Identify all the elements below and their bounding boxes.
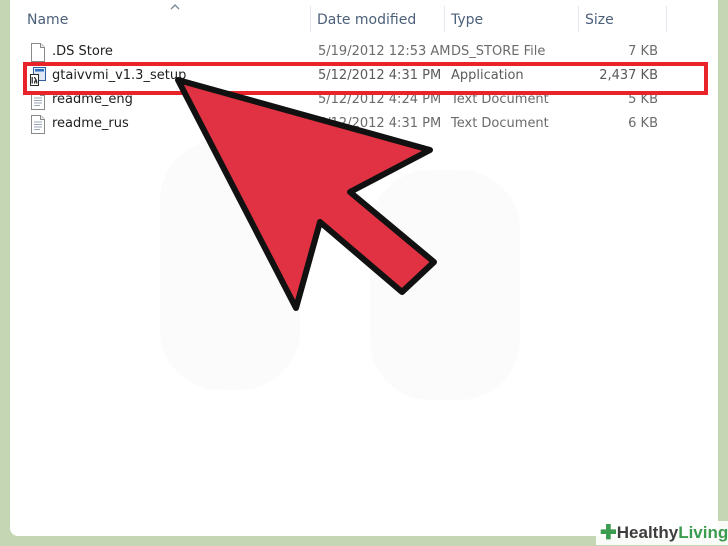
file-size: 7 KB [628, 44, 658, 59]
explorer-window: Name Date modified Type Size .DS Store 5… [10, 0, 718, 536]
column-header-name-label: Name [27, 12, 69, 28]
file-name: .DS Store [52, 44, 113, 59]
column-header-date[interactable]: Date modified [310, 0, 444, 38]
file-date: 5/12/2012 4:31 PM [318, 116, 442, 131]
file-size: 6 KB [628, 116, 658, 131]
file-size: 2,437 KB [599, 68, 658, 83]
background-shape [160, 140, 300, 390]
watermark-part1: Healthy [616, 523, 679, 542]
sort-ascending-icon [170, 4, 180, 10]
column-header-bar: Name Date modified Type Size [10, 0, 718, 38]
column-header-type[interactable]: Type [444, 0, 578, 38]
document-icon [31, 43, 45, 62]
file-row-selected[interactable]: gtaivvmi_v1.3_setup 5/12/2012 4:31 PM Ap… [10, 64, 718, 88]
application-icon [30, 67, 46, 86]
file-type: DS_STORE File [451, 44, 546, 59]
file-row[interactable]: readme_rus 5/12/2012 4:31 PM Text Docume… [10, 112, 718, 136]
file-row[interactable]: readme_eng 5/12/2012 4:24 PM Text Docume… [10, 88, 718, 112]
file-type: Text Document [451, 92, 549, 107]
file-date: 5/12/2012 4:31 PM [318, 68, 442, 83]
text-document-icon [31, 91, 45, 110]
watermark-part2: Living [678, 523, 728, 542]
column-header-size[interactable]: Size [578, 0, 666, 38]
watermark: ✚HealthyLiving [596, 521, 728, 545]
file-date: 5/12/2012 4:24 PM [318, 92, 442, 107]
plus-icon: ✚ [600, 522, 617, 544]
file-list: .DS Store 5/19/2012 12:53 AM DS_STORE Fi… [10, 40, 718, 136]
file-name: readme_eng [52, 92, 133, 107]
file-size: 5 KB [628, 92, 658, 107]
column-header-date-label: Date modified [317, 12, 417, 28]
file-date: 5/19/2012 12:53 AM [318, 44, 451, 59]
column-header-name[interactable]: Name [20, 0, 318, 38]
text-document-icon [31, 115, 45, 134]
column-header-size-label: Size [585, 12, 614, 28]
file-type: Text Document [451, 116, 549, 131]
file-name: gtaivvmi_v1.3_setup [52, 68, 187, 83]
file-name: readme_rus [52, 116, 129, 131]
column-header-type-label: Type [451, 12, 484, 28]
file-type: Application [451, 68, 524, 83]
column-header-spacer [666, 0, 718, 38]
background-shape [370, 170, 520, 400]
file-row[interactable]: .DS Store 5/19/2012 12:53 AM DS_STORE Fi… [10, 40, 718, 64]
